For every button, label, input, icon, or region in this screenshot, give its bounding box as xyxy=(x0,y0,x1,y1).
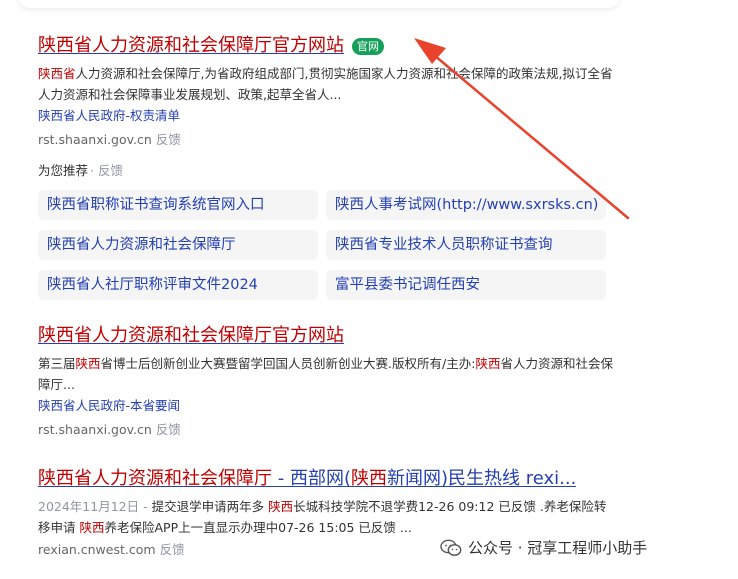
result-snippet: 2024年11月12日 - 提交退学申请两年多 陕西长城科技学院不退学费12-2… xyxy=(38,499,607,535)
site-url[interactable]: rexian.cnwest.com xyxy=(38,542,156,557)
result-date: 2024年11月12日 - xyxy=(38,499,148,514)
feedback-link[interactable]: 反馈 xyxy=(160,542,185,557)
search-result-1: 陕西省人力资源和社会保障厅官方网站 官网 陕西省人力资源和社会保障厅,为省政府组… xyxy=(38,34,618,150)
related-link[interactable]: 陕西省人民政府-权责清单 xyxy=(38,106,618,126)
recommend-item[interactable]: 富平县委书记调任西安 xyxy=(326,270,606,300)
result-site: rst.shaanxi.gov.cn 反馈 xyxy=(38,420,618,440)
feedback-link[interactable]: 反馈 xyxy=(156,422,181,437)
recommend-item[interactable]: 陕西省专业技术人员职称证书查询 xyxy=(326,230,606,260)
recommend-label: 为您推荐 · 反馈 xyxy=(38,163,123,178)
recommend-item[interactable]: 陕西省人社厅职称评审文件2024 xyxy=(38,270,318,300)
recommend-item[interactable]: 陕西省人力资源和社会保障厅 xyxy=(38,230,318,260)
result-snippet: 陕西省人力资源和社会保障厅,为省政府组成部门,贯彻实施国家人力资源和社会保障的政… xyxy=(38,66,613,102)
recommend-grid: 陕西省职称证书查询系统官网入口 陕西人事考试网(http://www.sxrsk… xyxy=(38,190,606,300)
wechat-icon xyxy=(440,539,462,557)
result-title[interactable]: 陕西省人力资源和社会保障厅官方网站 xyxy=(38,34,344,58)
recommend-feedback[interactable]: · 反馈 xyxy=(90,163,123,178)
recommend-item[interactable]: 陕西人事考试网(http://www.sxrsks.cn) xyxy=(326,190,606,220)
search-result-2: 陕西省人力资源和社会保障厅官方网站 第三届陕西省博士后创新创业大赛暨留学回国人员… xyxy=(38,324,618,440)
site-url[interactable]: rst.shaanxi.gov.cn xyxy=(38,422,152,437)
site-url[interactable]: rst.shaanxi.gov.cn xyxy=(38,132,152,147)
feedback-link[interactable]: 反馈 xyxy=(156,132,181,147)
result-title[interactable]: 陕西省人力资源和社会保障厅官方网站 xyxy=(38,324,344,348)
related-link[interactable]: 陕西省人民政府-本省要闻 xyxy=(38,396,618,416)
recommend-item[interactable]: 陕西省职称证书查询系统官网入口 xyxy=(38,190,318,220)
result-snippet: 第三届陕西省博士后创新创业大赛暨留学回国人员创新创业大赛.版权所有/主办:陕西省… xyxy=(38,356,613,392)
official-badge[interactable]: 官网 xyxy=(352,37,384,55)
result-title[interactable]: 陕西省人力资源和社会保障厅 - 西部网(陕西新闻网)民生热线 rexi... xyxy=(38,467,576,491)
result-site: rst.shaanxi.gov.cn 反馈 xyxy=(38,130,618,150)
watermark: 公众号 · 冠享工程师小助手 xyxy=(440,537,647,558)
watermark-text: 公众号 · 冠享工程师小助手 xyxy=(468,539,648,557)
previous-result-card xyxy=(18,0,620,8)
